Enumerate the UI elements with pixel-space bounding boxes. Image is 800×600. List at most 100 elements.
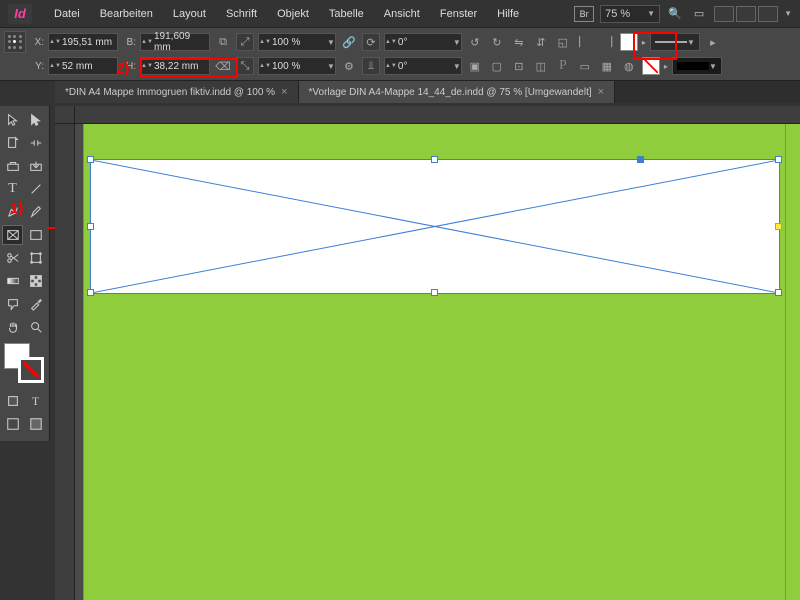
- x-field[interactable]: ▲▼ 195,51 mm: [48, 33, 118, 51]
- rotate-value[interactable]: 0°: [395, 37, 453, 48]
- select-container-icon[interactable]: ◱: [554, 33, 572, 51]
- rectangle-tool[interactable]: [25, 225, 46, 245]
- selection-handle[interactable]: [87, 289, 94, 296]
- stepper-icon[interactable]: ▲▼: [49, 39, 59, 45]
- free-transform-tool[interactable]: [25, 248, 46, 268]
- align-left-icon[interactable]: ⎸: [576, 33, 594, 51]
- hand-tool[interactable]: [2, 317, 23, 337]
- scale-y-value[interactable]: 100 %: [269, 61, 327, 72]
- chevron-down-icon[interactable]: ▼: [327, 62, 335, 71]
- p-text-icon[interactable]: P: [554, 57, 572, 75]
- wrap-bounding-icon[interactable]: ▦: [598, 57, 616, 75]
- eyedropper-tool[interactable]: [25, 294, 46, 314]
- scissors-tool[interactable]: [2, 248, 23, 268]
- document-tab-2[interactable]: *Vorlage DIN A4-Mappe 14_44_de.indd @ 75…: [299, 81, 616, 103]
- content-collector-tool[interactable]: [2, 156, 23, 176]
- selection-handle[interactable]: [775, 289, 782, 296]
- selection-handle[interactable]: [775, 223, 782, 230]
- canvas[interactable]: [75, 124, 800, 600]
- fill-frame-icon[interactable]: ◫: [532, 57, 550, 75]
- scale-x-value[interactable]: 100 %: [269, 37, 327, 48]
- stroke-style-dropdown[interactable]: ▼: [650, 33, 700, 51]
- page-tool[interactable]: [2, 133, 23, 153]
- selection-handle[interactable]: [431, 156, 438, 163]
- height-field[interactable]: ▲▼ 38,22 mm: [140, 57, 210, 75]
- stroke-color[interactable]: [18, 357, 44, 383]
- note-tool[interactable]: [2, 294, 23, 314]
- rectangle-frame-tool[interactable]: [2, 225, 23, 245]
- close-icon[interactable]: ×: [281, 86, 287, 98]
- chevron-down-icon[interactable]: ▼: [453, 38, 461, 47]
- flip-h-icon[interactable]: ⇋: [510, 33, 528, 51]
- selection-handle[interactable]: [87, 156, 94, 163]
- vertical-ruler[interactable]: [55, 124, 75, 600]
- bridge-icon[interactable]: Br: [574, 6, 594, 22]
- stepper-icon[interactable]: ▲▼: [141, 63, 151, 69]
- link-scale-icon[interactable]: 🔗: [340, 33, 358, 51]
- chevron-down-icon[interactable]: ▸: [642, 38, 646, 47]
- wrap-none-icon[interactable]: ▭: [576, 57, 594, 75]
- selection-handle[interactable]: [775, 156, 782, 163]
- menu-layout[interactable]: Layout: [163, 0, 216, 28]
- layout-btn-1[interactable]: [714, 6, 734, 22]
- gradient-feather-tool[interactable]: [25, 271, 46, 291]
- line-tool[interactable]: [25, 179, 46, 199]
- menu-edit[interactable]: Bearbeiten: [90, 0, 163, 28]
- menu-help[interactable]: Hilfe: [487, 0, 529, 28]
- flip-v-icon[interactable]: ⇵: [532, 33, 550, 51]
- selection-handle[interactable]: [637, 156, 644, 163]
- view-mode-preview[interactable]: [25, 414, 46, 434]
- document-tab-1[interactable]: *DIN A4 Mappe Immogruen fiktiv.indd @ 10…: [55, 81, 299, 103]
- width-field[interactable]: ▲▼ 191,609 mm: [140, 33, 210, 51]
- y-value[interactable]: 52 mm: [59, 61, 117, 72]
- fill-swatch[interactable]: [620, 33, 638, 51]
- gradient-swatch-tool[interactable]: [2, 271, 23, 291]
- height-value[interactable]: 38,22 mm: [151, 61, 209, 72]
- stepper-icon[interactable]: ▲▼: [259, 39, 269, 45]
- rotate-ccw-icon[interactable]: ↺: [466, 33, 484, 51]
- search-icon[interactable]: 🔍: [666, 5, 684, 23]
- stroke-swatch[interactable]: [642, 57, 660, 75]
- selection-handle[interactable]: [87, 223, 94, 230]
- reference-point-widget[interactable]: [4, 31, 26, 53]
- center-content-icon[interactable]: ⊡: [510, 57, 528, 75]
- x-value[interactable]: 195,51 mm: [59, 37, 117, 48]
- close-icon[interactable]: ×: [598, 86, 604, 98]
- menu-window[interactable]: Fenster: [430, 0, 487, 28]
- chevron-down-icon[interactable]: ▼: [327, 38, 335, 47]
- clear-transform-icon[interactable]: ⌫: [214, 57, 232, 75]
- shear-value[interactable]: 0°: [395, 61, 453, 72]
- gap-tool[interactable]: [25, 133, 46, 153]
- fit-content-icon[interactable]: ▣: [466, 57, 484, 75]
- horizontal-ruler[interactable]: [75, 106, 800, 124]
- content-placer-tool[interactable]: [25, 156, 46, 176]
- scale-y-field[interactable]: ▲▼ 100 % ▼: [258, 57, 336, 75]
- menu-view[interactable]: Ansicht: [374, 0, 430, 28]
- stepper-icon[interactable]: ▲▼: [385, 63, 395, 69]
- view-mode-normal[interactable]: [2, 414, 23, 434]
- selection-tool[interactable]: [2, 110, 23, 130]
- stroke-style-dropdown[interactable]: ▼: [672, 57, 722, 75]
- rotate-cw-icon[interactable]: ↻: [488, 33, 506, 51]
- fill-stroke-proxy[interactable]: [4, 343, 46, 385]
- panel-menu-icon[interactable]: ▸: [704, 33, 722, 51]
- chevron-down-icon[interactable]: ▸: [664, 62, 668, 71]
- zoom-level[interactable]: 75 % ▼: [600, 5, 660, 23]
- selection-handle[interactable]: [431, 289, 438, 296]
- rotate-field[interactable]: ▲▼ 0° ▼: [384, 33, 462, 51]
- width-value[interactable]: 191,609 mm: [151, 31, 209, 53]
- menu-type[interactable]: Schrift: [216, 0, 267, 28]
- align-center-icon[interactable]: ⎹: [598, 33, 616, 51]
- stepper-icon[interactable]: ▲▼: [259, 63, 269, 69]
- layout-btn-3[interactable]: [758, 6, 778, 22]
- formatting-text-icon[interactable]: T: [25, 391, 46, 411]
- stepper-icon[interactable]: ▲▼: [385, 39, 395, 45]
- apply-color-icon[interactable]: [2, 391, 23, 411]
- stepper-icon[interactable]: ▲▼: [141, 39, 151, 45]
- menu-table[interactable]: Tabelle: [319, 0, 374, 28]
- pencil-tool[interactable]: [25, 202, 46, 222]
- chevron-down-icon[interactable]: ▼: [784, 9, 792, 18]
- scale-x-field[interactable]: ▲▼ 100 % ▼: [258, 33, 336, 51]
- ruler-origin[interactable]: [55, 106, 75, 124]
- direct-selection-tool[interactable]: [25, 110, 46, 130]
